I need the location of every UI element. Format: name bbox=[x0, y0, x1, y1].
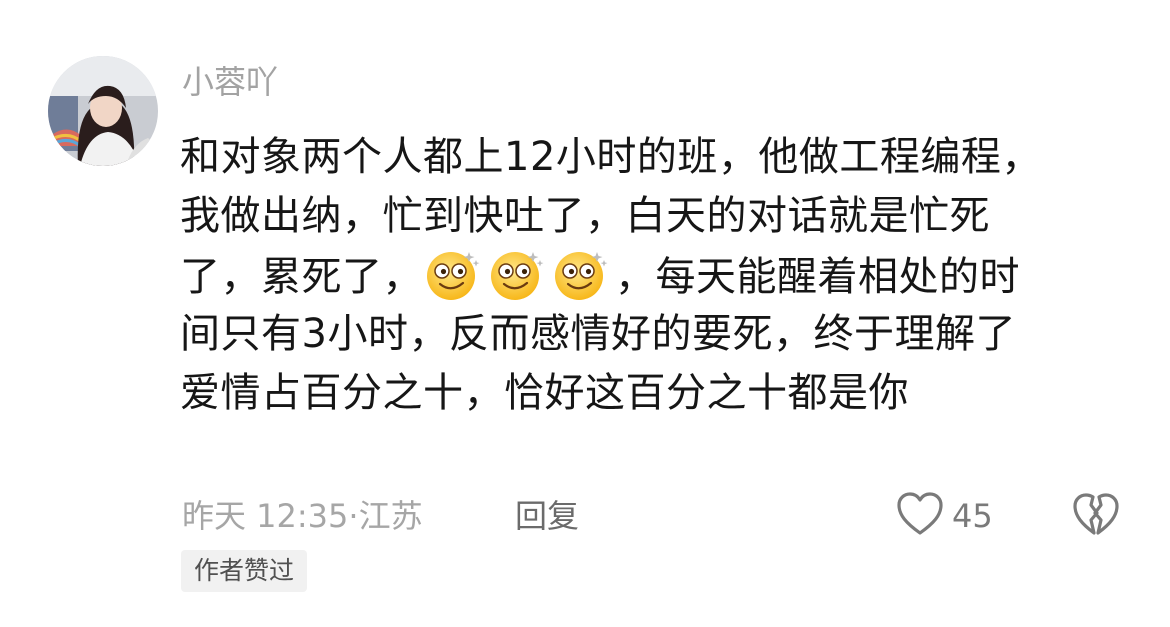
comment-meta: 昨天 12:35·江苏 bbox=[182, 494, 423, 538]
location: 江苏 bbox=[358, 497, 423, 535]
comment-line: 我做出纳，忙到快吐了，白天的对话就是忙死 bbox=[180, 193, 990, 239]
dislike-button[interactable] bbox=[1072, 492, 1120, 540]
author-liked-badge: 作者赞过 bbox=[181, 550, 308, 592]
username[interactable]: 小蓉吖 bbox=[182, 60, 278, 104]
comment-line: 间只有3小时，反而感情好的要死，终于理解了 bbox=[180, 311, 1016, 357]
dizzy-smile-emoji bbox=[425, 246, 481, 302]
comment-line: 爱情占百分之十，恰好这百分之十都是你 bbox=[180, 370, 909, 416]
comment-line-segment: ，每天能醒着相处的时 bbox=[615, 254, 1020, 300]
comment-item: 小蓉吖 和对象两个人都上12小时的班，他做工程编程， 我做出纳，忙到快吐了，白天… bbox=[0, 0, 1170, 627]
comment-line: 和对象两个人都上12小时的班，他做工程编程， bbox=[180, 134, 1042, 180]
timestamp: 昨天 12:35 bbox=[182, 497, 349, 535]
comment-text: 和对象两个人都上12小时的班，他做工程编程， 我做出纳，忙到快吐了，白天的对话就… bbox=[180, 128, 1110, 423]
dizzy-smile-emoji bbox=[553, 246, 609, 302]
comment-line: 了，累死了， ，每天能醒着相处的时 bbox=[180, 246, 1110, 305]
avatar[interactable] bbox=[48, 56, 158, 166]
broken-heart-icon bbox=[1072, 493, 1120, 542]
like-button[interactable]: 45 bbox=[896, 492, 993, 540]
reply-button[interactable]: 回复 bbox=[515, 494, 579, 538]
like-count: 45 bbox=[952, 497, 993, 535]
dizzy-smile-emoji bbox=[489, 246, 545, 302]
heart-outline-icon bbox=[896, 491, 944, 541]
comment-line-segment: 了，累死了， bbox=[180, 254, 423, 300]
meta-separator: · bbox=[348, 497, 359, 535]
